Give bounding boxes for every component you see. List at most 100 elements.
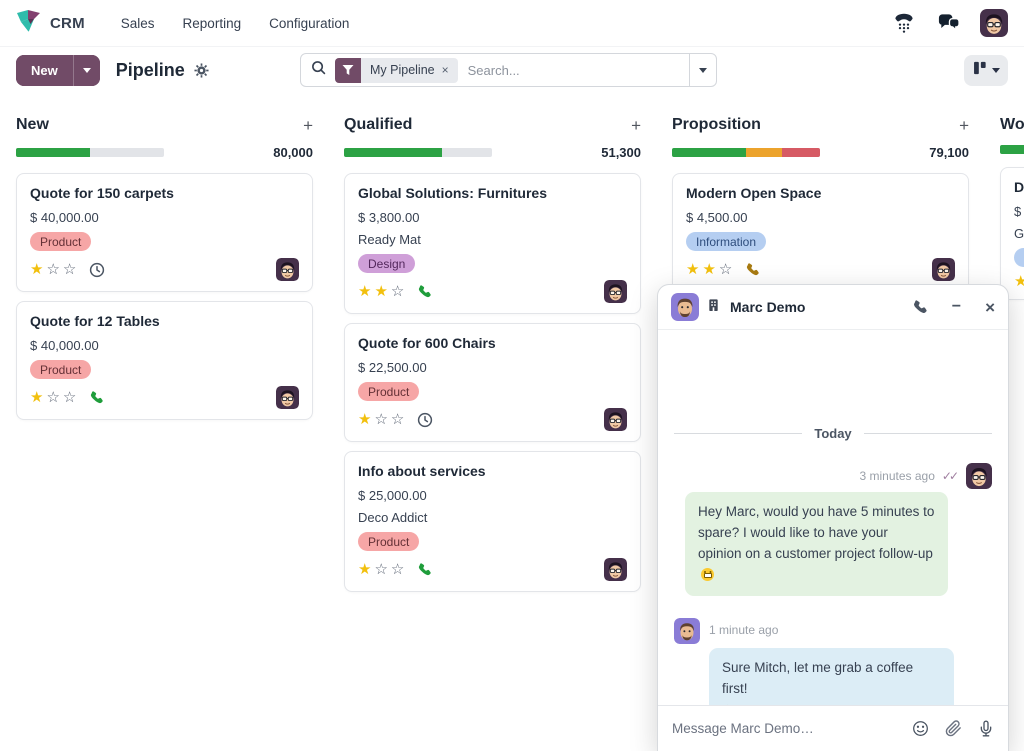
column-amount: 51,300 [601, 145, 641, 160]
kanban-card[interactable]: Modern Open Space $ 4,500.00 Information… [672, 173, 969, 292]
star-icon[interactable]: ★ [358, 561, 374, 578]
chat-composer [658, 705, 1008, 751]
star-icon[interactable]: ☆ [63, 261, 79, 278]
card-title: Quote for 150 carpets [30, 185, 299, 201]
kanban-card[interactable]: Quote for 600 Chairs $ 22,500.00 Product… [344, 323, 641, 442]
menu-reporting[interactable]: Reporting [183, 16, 242, 31]
emoji-picker-icon[interactable] [912, 720, 929, 737]
activity-phone-icon[interactable] [745, 262, 760, 277]
column-progressbar[interactable] [672, 148, 820, 157]
star-icon[interactable]: ☆ [391, 561, 407, 578]
activity-clock-icon[interactable] [417, 412, 433, 428]
star-icon[interactable]: ☆ [374, 411, 390, 428]
caret-down-icon [699, 68, 707, 73]
column-title: Won [1000, 116, 1024, 134]
kanban-card[interactable]: Global Solutions: Furnitures $ 3,800.00 … [344, 173, 641, 314]
star-icon[interactable]: ★ [30, 261, 46, 278]
app-switcher[interactable]: CRM [16, 10, 85, 37]
card-amount: $ 40,000.00 [30, 338, 299, 353]
user-avatar[interactable] [980, 9, 1008, 37]
column-progressbar[interactable] [16, 148, 164, 157]
star-icon[interactable]: ★ [702, 261, 718, 278]
kanban-card[interactable]: Quote for 150 carpets $ 40,000.00 Produc… [16, 173, 313, 292]
star-icon[interactable]: ☆ [46, 261, 62, 278]
card-partner: Ready Mat [358, 232, 627, 247]
star-rating[interactable]: ★☆☆ [1014, 274, 1024, 289]
star-rating[interactable]: ★★☆ [686, 262, 735, 277]
star-icon[interactable]: ★ [374, 283, 390, 300]
star-rating[interactable]: ★★☆ [358, 284, 407, 299]
chat-call-icon[interactable] [912, 299, 928, 315]
card-tag: Design [358, 254, 415, 273]
activity-phone-icon[interactable] [417, 562, 432, 577]
salesperson-avatar [604, 558, 627, 581]
chat-window: Marc Demo − × Today 3 minutes ago ✓✓ Hey… [657, 284, 1009, 751]
column-progressbar[interactable] [1000, 145, 1024, 154]
card-amount: $ 4,500.00 [686, 210, 955, 225]
voip-phone-icon[interactable] [892, 11, 916, 35]
gear-icon[interactable] [194, 63, 209, 78]
date-divider: Today [674, 426, 992, 441]
kanban-card[interactable]: Quote for 12 Tables $ 40,000.00 Product … [16, 301, 313, 420]
card-partner: Deco Addict [358, 510, 627, 525]
page-title: Pipeline [116, 60, 185, 81]
search-input[interactable] [468, 63, 689, 78]
kanban-card[interactable]: Info about services $ 25,000.00 Deco Add… [344, 451, 641, 592]
date-divider-label: Today [814, 426, 851, 441]
facet-remove-icon[interactable]: × [442, 63, 458, 77]
card-title: Quote for 12 Tables [30, 313, 299, 329]
activity-clock-icon[interactable] [89, 262, 105, 278]
card-partner: Ge [1014, 226, 1024, 241]
column-progressbar[interactable] [344, 148, 492, 157]
chat-close-button[interactable]: × [985, 299, 995, 316]
message-meta: 1 minute ago [674, 618, 992, 644]
view-switcher-kanban[interactable] [964, 55, 1008, 86]
messages-icon[interactable] [936, 11, 960, 35]
caret-down-icon [83, 68, 91, 73]
attachment-paperclip-icon[interactable] [945, 720, 962, 737]
message-timestamp: 1 minute ago [709, 623, 778, 637]
kanban-column-qualified: Qualified + 51,300 Global Solutions: Fur… [344, 93, 641, 592]
star-icon[interactable]: ☆ [46, 389, 62, 406]
column-title: Proposition [672, 116, 761, 134]
card-tag: Information [686, 232, 766, 251]
add-record-icon[interactable]: + [631, 117, 641, 134]
message-input[interactable] [672, 721, 896, 736]
message-meta: 3 minutes ago ✓✓ [674, 463, 992, 489]
card-tag: I [1014, 248, 1024, 267]
star-icon[interactable]: ☆ [719, 261, 735, 278]
star-icon[interactable]: ★ [686, 261, 702, 278]
chat-partner-name: Marc Demo [730, 299, 805, 315]
kanban-card[interactable]: Di $ 1 Ge I ★☆☆ [1000, 167, 1024, 300]
add-record-icon[interactable]: + [303, 117, 313, 134]
message-timestamp: 3 minutes ago [860, 469, 935, 483]
search-facet-my-pipeline[interactable]: My Pipeline × [335, 58, 458, 83]
star-icon[interactable]: ★ [358, 411, 374, 428]
star-icon[interactable]: ★ [30, 389, 46, 406]
message-text: Sure Mitch, let me grab a coffee first! [722, 660, 913, 696]
star-icon[interactable]: ★ [1014, 273, 1024, 290]
new-button[interactable]: New [16, 55, 73, 86]
card-amount: $ 40,000.00 [30, 210, 299, 225]
search-options-toggle[interactable] [689, 54, 716, 86]
star-rating[interactable]: ★☆☆ [358, 412, 407, 427]
menu-configuration[interactable]: Configuration [269, 16, 349, 31]
crm-app-logo-icon [16, 10, 41, 37]
star-rating[interactable]: ★☆☆ [30, 390, 79, 405]
star-icon[interactable]: ☆ [391, 283, 407, 300]
star-rating[interactable]: ★☆☆ [30, 262, 79, 277]
activity-phone-icon[interactable] [417, 284, 432, 299]
chat-minimize-button[interactable]: − [952, 299, 961, 315]
menu-sales[interactable]: Sales [121, 16, 155, 31]
star-icon[interactable]: ☆ [63, 389, 79, 406]
star-icon[interactable]: ★ [358, 283, 374, 300]
microphone-icon[interactable] [978, 720, 994, 737]
salesperson-avatar [604, 280, 627, 303]
chat-header[interactable]: Marc Demo − × [658, 285, 1008, 330]
activity-phone-icon[interactable] [89, 390, 104, 405]
star-rating[interactable]: ★☆☆ [358, 562, 407, 577]
new-dropdown-toggle[interactable] [73, 55, 100, 86]
star-icon[interactable]: ☆ [391, 411, 407, 428]
star-icon[interactable]: ☆ [374, 561, 390, 578]
add-record-icon[interactable]: + [959, 117, 969, 134]
